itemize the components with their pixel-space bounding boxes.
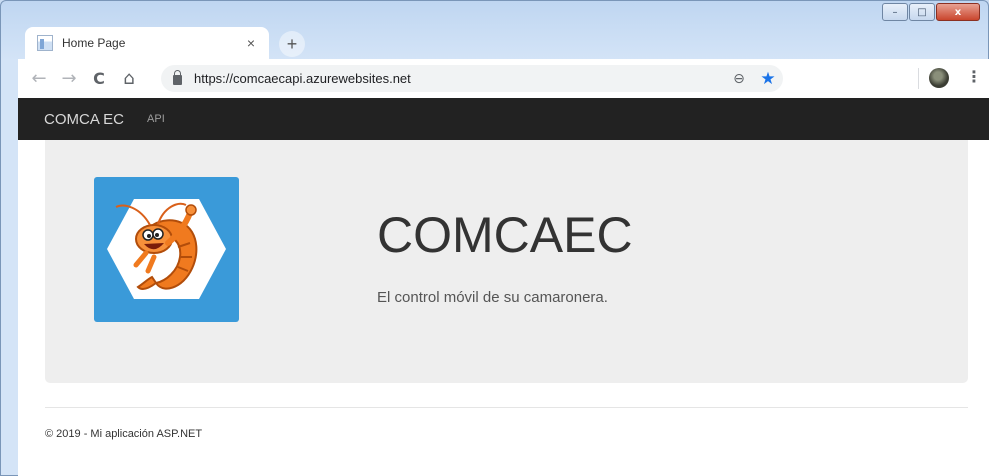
minimize-button[interactable]: – bbox=[882, 3, 908, 21]
footer-copyright: © 2019 - Mi aplicación ASP.NET bbox=[45, 428, 203, 440]
address-bar[interactable]: https://comcaecapi.azurewebsites.net ⊖ ★ bbox=[161, 65, 783, 92]
home-button[interactable]: ⌂ bbox=[114, 68, 144, 89]
window-controls: – □ x bbox=[882, 3, 980, 21]
new-tab-button[interactable]: + bbox=[279, 31, 305, 57]
menu-icon[interactable]: ⋮ bbox=[966, 67, 982, 86]
navbar-brand[interactable]: COMCA EC bbox=[44, 111, 124, 128]
footer-divider bbox=[45, 407, 968, 408]
lock-icon[interactable] bbox=[173, 70, 182, 85]
favicon-icon bbox=[37, 35, 53, 51]
forward-button[interactable]: → bbox=[54, 68, 84, 89]
profile-icon[interactable] bbox=[929, 68, 949, 88]
tab-home-page[interactable]: Home Page × bbox=[25, 27, 269, 59]
jumbotron: COMCAEC El control móvil de su camaroner… bbox=[45, 140, 968, 383]
zoom-icon[interactable]: ⊖ bbox=[725, 71, 753, 87]
shrimp-logo-icon bbox=[94, 177, 239, 322]
tab-title: Home Page bbox=[62, 36, 126, 50]
maximize-button[interactable]: □ bbox=[909, 3, 935, 21]
browser-toolbar: ← → C ⌂ https://comcaecapi.azurewebsites… bbox=[18, 59, 989, 98]
nav-link-api[interactable]: API bbox=[147, 113, 165, 125]
close-window-button[interactable]: x bbox=[936, 3, 980, 21]
site-navbar: COMCA EC API bbox=[18, 98, 989, 140]
reload-button[interactable]: C bbox=[84, 69, 114, 88]
page-viewport: COMCA EC API COMCAEC El control móvil de… bbox=[18, 98, 989, 476]
browser-window: – □ x Home Page × + ← → C ⌂ https://comc… bbox=[0, 0, 989, 476]
page-lead: El control móvil de su camaronera. bbox=[377, 289, 608, 306]
star-icon[interactable]: ★ bbox=[753, 69, 783, 89]
page-title: COMCAEC bbox=[377, 207, 633, 263]
toolbar-divider bbox=[918, 68, 919, 89]
back-button[interactable]: ← bbox=[24, 68, 54, 89]
tab-close-button[interactable]: × bbox=[243, 35, 259, 51]
url-text[interactable]: https://comcaecapi.azurewebsites.net bbox=[194, 71, 725, 86]
